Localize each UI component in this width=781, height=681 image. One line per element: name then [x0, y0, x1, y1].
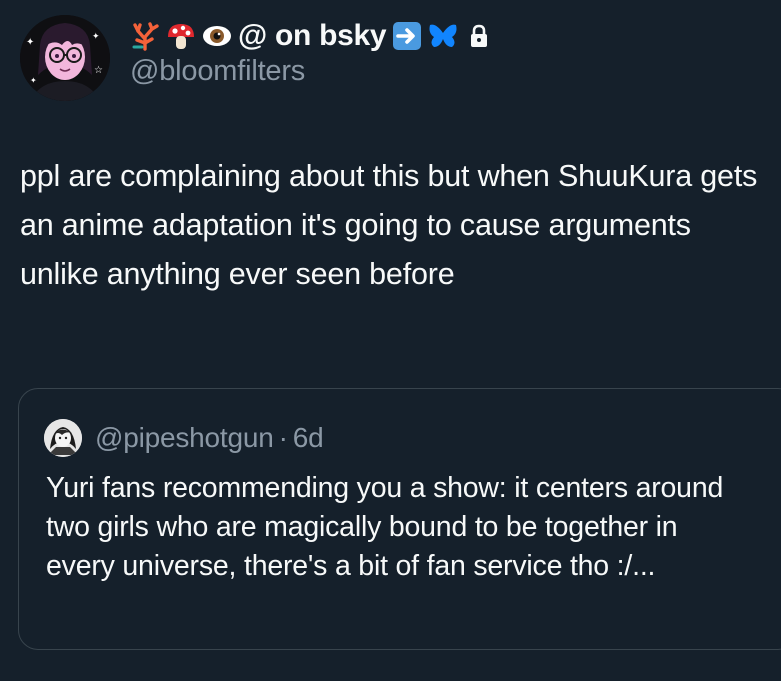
svg-text:✦: ✦: [30, 76, 37, 85]
quoted-tweet-text: Yuri fans recommending you a show: it ce…: [46, 472, 724, 582]
author-display-name: @ on bsky: [238, 19, 387, 52]
author-avatar[interactable]: ✦ ✦ ☆ ✦: [20, 15, 110, 101]
tweet-text: ppl are complaining about this but when …: [20, 159, 758, 291]
mushroom-emoji: [166, 21, 196, 51]
coral-emoji: [130, 21, 160, 51]
meta-separator: ·: [278, 422, 288, 453]
author-name-row[interactable]: @ on bsky: [130, 17, 494, 55]
lock-icon: [464, 21, 494, 51]
svg-text:☆: ☆: [94, 65, 103, 76]
author-handle[interactable]: @bloomfilters: [130, 55, 305, 88]
quoted-handle[interactable]: @pipeshotgun: [95, 422, 274, 454]
butterfly-emoji: [428, 21, 458, 51]
quoted-tweet-card[interactable]: @pipeshotgun · 6d Yuri fans recommending…: [18, 388, 781, 650]
svg-text:✦: ✦: [26, 37, 34, 48]
quoted-meta: @pipeshotgun · 6d: [95, 419, 324, 457]
eye-emoji: [202, 21, 232, 51]
tweet: ✦ ✦ ☆ ✦ @ on bsky @bloomfilters ppl are …: [0, 0, 781, 681]
right-arrow-emoji: [392, 21, 422, 51]
quoted-timestamp[interactable]: 6d: [293, 422, 324, 454]
svg-text:✦: ✦: [92, 32, 100, 42]
quoted-author-avatar[interactable]: [44, 419, 82, 457]
